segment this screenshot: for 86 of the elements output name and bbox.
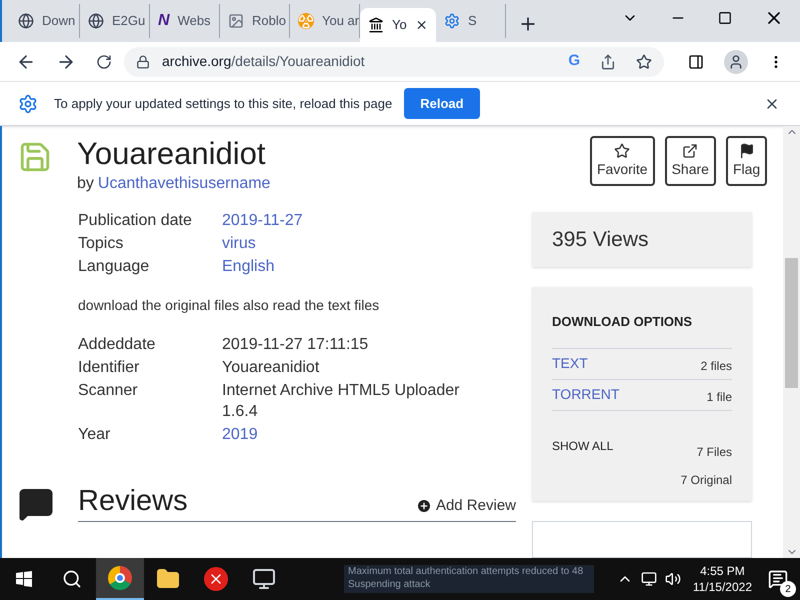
action-button[interactable]: Favorite — [590, 136, 655, 186]
browser-tab[interactable]: Down — [10, 4, 80, 38]
address-field[interactable]: archive.org/details/Youareanidiot G — [124, 46, 664, 76]
metadata-value: Youareanidiot — [222, 358, 320, 378]
metadata-value: Internet Archive HTML5 Uploader 1.6.4 — [222, 381, 460, 422]
temple-icon — [368, 17, 384, 33]
file-count: 2 files — [700, 358, 732, 375]
toast-line: Maximum total authentication attempts reduced to 48 — [348, 565, 584, 578]
show-all-link[interactable]: SHOW ALL — [552, 436, 614, 489]
metadata-label: Year — [78, 425, 112, 445]
action-button[interactable]: Share — [664, 136, 716, 186]
tab-title: E2Gu — [112, 12, 146, 30]
metadata-link[interactable]: 2019-11-27 — [222, 210, 462, 231]
image-icon — [228, 13, 244, 29]
item-title: Youareanidiot — [77, 136, 266, 172]
tab-title: You ar — [322, 12, 360, 30]
metadata-label: Publication date — [78, 211, 193, 231]
browser-tab[interactable]: Roblo — [220, 4, 290, 38]
by-label: by — [77, 174, 94, 194]
flag-icon — [738, 142, 755, 158]
letter-icon: N — [158, 9, 170, 33]
side-panel-icon[interactable] — [688, 54, 704, 70]
infobar-message: To apply your updated settings to this site, reload this page — [54, 94, 392, 113]
hazard-icon — [298, 13, 314, 29]
browser-tab[interactable]: N Webs — [150, 4, 220, 38]
settings-icon — [18, 94, 38, 114]
file-total: 7 Files — [696, 444, 732, 461]
globe-icon — [88, 13, 104, 29]
error-icon[interactable] — [204, 567, 228, 591]
author-link[interactable]: Ucanthavethisusername — [98, 172, 270, 196]
metadata-label: Identifier — [78, 358, 140, 378]
clock-date[interactable]: 11/15/2022 — [692, 579, 752, 595]
views-count: 395 Views — [552, 226, 649, 253]
notification-badge: 2 — [780, 581, 796, 597]
metadata-link[interactable]: 2019 — [222, 424, 462, 445]
scrollbar[interactable] — [783, 126, 800, 558]
search-icon[interactable] — [62, 569, 82, 589]
share-icon[interactable] — [600, 54, 616, 70]
folder-icon[interactable] — [156, 567, 180, 591]
reviews-heading: Reviews — [78, 485, 188, 517]
windows-logo-icon[interactable] — [16, 571, 32, 587]
tab-title: Down — [42, 12, 76, 30]
file-count: 1 file — [706, 388, 732, 406]
monitor-icon[interactable] — [252, 567, 276, 591]
download-heading: DOWNLOAD OPTIONS — [552, 313, 694, 332]
url-text: archive.org/details/Youareanidiot — [162, 52, 365, 71]
star-icon — [614, 142, 630, 158]
original-total: 7 Original — [680, 472, 732, 489]
chrome-taskbar-icon[interactable] — [96, 558, 144, 600]
metadata-label: Topics — [78, 234, 124, 254]
browser-tab[interactable]: E2Gu — [80, 4, 150, 38]
bookmark-star-icon[interactable] — [636, 54, 652, 70]
speech-bubble-icon — [18, 486, 54, 522]
google-icon[interactable]: G — [568, 50, 580, 73]
plus-circle-icon — [416, 498, 432, 514]
volume-icon[interactable] — [664, 571, 681, 587]
metadata-label: Scanner — [78, 381, 139, 401]
share-icon — [682, 142, 698, 158]
browser-tab[interactable]: Yo — [360, 8, 436, 42]
metadata-link[interactable]: virus — [222, 233, 462, 254]
tab-title: Roblo — [252, 12, 286, 30]
metadata-link[interactable]: English — [222, 256, 462, 277]
add-review-button[interactable]: Add Review — [416, 494, 516, 517]
maximize-icon[interactable] — [718, 11, 732, 25]
browser-tab[interactable]: You ar — [290, 4, 360, 38]
lock-icon — [136, 54, 150, 68]
toast-line: Suspending attack — [348, 578, 432, 591]
clock-time[interactable]: 4:55 PM — [700, 563, 745, 579]
metadata-label: Language — [78, 257, 150, 277]
tab-title: S — [468, 12, 477, 30]
browser-tab[interactable]: S — [436, 4, 506, 38]
format-link[interactable]: TORRENT — [552, 384, 620, 406]
gear-icon — [444, 13, 460, 29]
reload-icon[interactable] — [96, 54, 112, 70]
tab-title: Webs — [178, 12, 211, 30]
scrollbar-thumb[interactable] — [785, 258, 798, 388]
globe-icon — [18, 13, 34, 29]
tab-title: Yo — [392, 16, 407, 34]
format-link[interactable]: TEXT — [552, 353, 588, 374]
network-icon[interactable] — [640, 571, 657, 587]
action-button[interactable]: Flag — [726, 136, 768, 186]
description: download the original files also read the text files — [78, 296, 380, 315]
metadata-label: Addeddate — [78, 335, 156, 355]
metadata-value: 2019-11-27 17:11:15 — [222, 335, 370, 355]
reload-button[interactable]: Reload — [404, 88, 480, 119]
profile-icon[interactable] — [724, 50, 748, 74]
